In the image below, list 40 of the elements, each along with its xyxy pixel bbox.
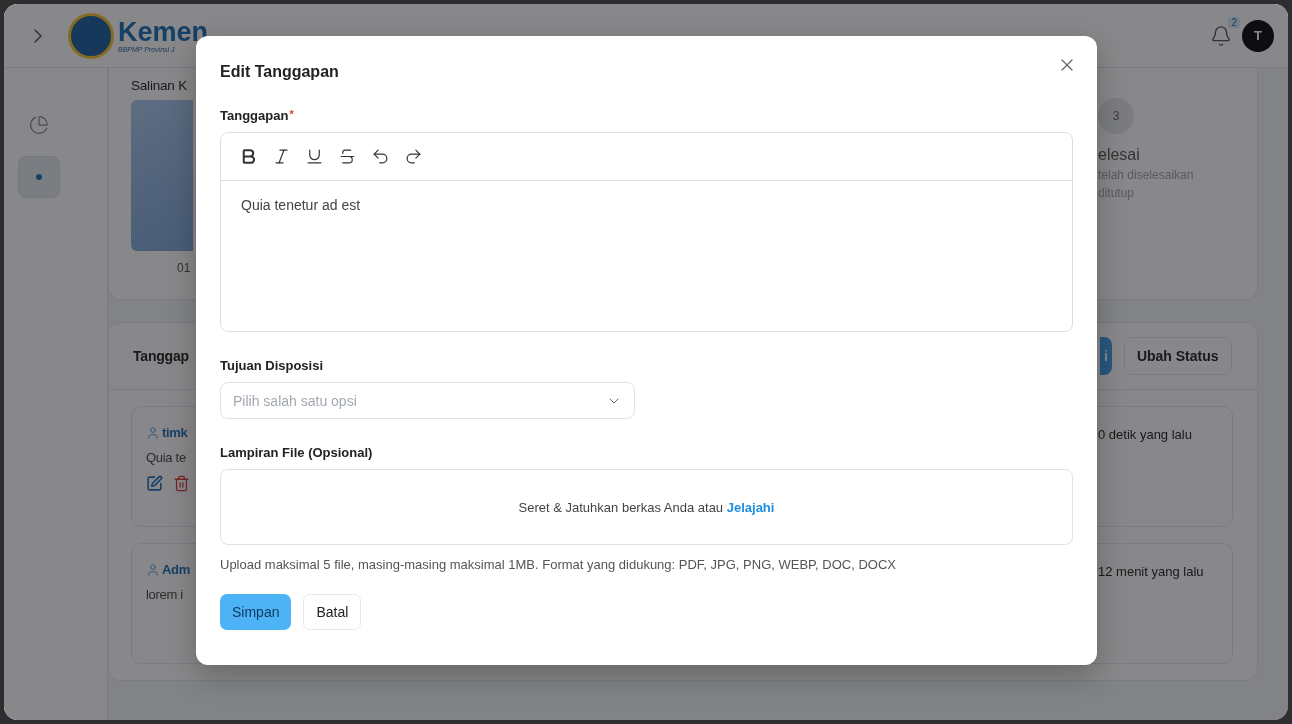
file-drop-zone[interactable]: Seret & Jatuhkan berkas Anda atau Jelajahi <box>220 469 1073 545</box>
notification-count: 2 <box>1228 16 1240 28</box>
italic-icon <box>272 147 291 166</box>
trash-icon[interactable] <box>173 475 190 492</box>
undo-icon <box>371 147 390 166</box>
underline-icon <box>305 147 324 166</box>
comment-author: Adm <box>162 562 190 577</box>
logo-text: Kemen <box>118 18 209 46</box>
strikethrough-icon <box>338 147 357 166</box>
cancel-button[interactable]: Batal <box>303 594 362 630</box>
user-icon <box>146 425 160 440</box>
field-label: Tanggapan* <box>220 108 295 123</box>
rich-text-editor[interactable]: Quia tenetur ad est <box>220 132 1073 332</box>
emblem-logo <box>68 12 114 59</box>
user-icon <box>146 562 160 577</box>
step-title: elesai <box>1098 146 1141 164</box>
avatar[interactable]: T <box>1242 19 1274 52</box>
comment-author: timk <box>162 425 188 440</box>
pie-chart-icon <box>29 115 49 135</box>
field-label: Lampiran File (Opsional) <box>220 445 374 460</box>
section-title: Salinan K <box>131 78 187 93</box>
comment-text: lorem i <box>146 587 184 602</box>
save-button[interactable]: Simpan <box>220 594 292 630</box>
edit-icon[interactable] <box>146 475 163 492</box>
drop-instruction: Seret & Jatuhkan berkas Anda atau Jelajahi <box>518 499 775 515</box>
comment-text: Quia te <box>146 450 187 465</box>
redo-icon <box>404 147 423 166</box>
upload-hint: Upload maksimal 5 file, masing-masing maksimal 1MB. Format yang didukung: PDF, JPG, PNG, WEBP, DOC, DOCX <box>220 557 897 572</box>
comment-time: 12 menit yang lalu <box>1098 564 1204 579</box>
editor-text: Quia tenetur ad est <box>240 196 362 215</box>
photo-caption: 01 <box>176 261 192 275</box>
field-label: Tujuan Disposisi <box>220 358 325 373</box>
bell-icon[interactable] <box>1210 24 1232 47</box>
dialog-title: Edit Tanggapan <box>220 62 339 82</box>
comment-time: 0 detik yang lalu <box>1098 427 1192 442</box>
dot-icon <box>36 174 42 180</box>
section-title: Tanggap <box>133 348 190 364</box>
step-number: 3 <box>1098 98 1134 134</box>
browse-link[interactable]: Jelajahi <box>726 499 775 515</box>
status-button[interactable]: Ubah Status <box>1123 337 1232 375</box>
